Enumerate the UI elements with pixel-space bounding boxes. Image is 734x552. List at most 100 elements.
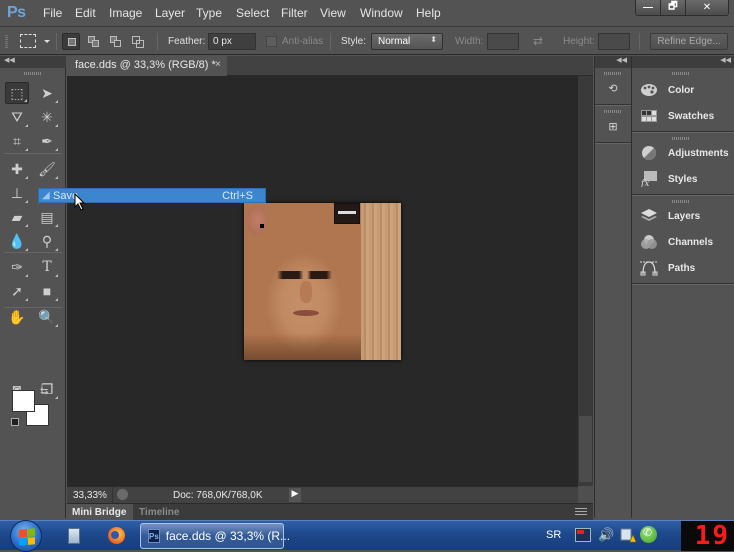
zoom-level[interactable]: 33,33% bbox=[73, 490, 107, 501]
panel-swatches[interactable]: Swatches bbox=[640, 105, 732, 127]
svg-text:fx: fx bbox=[641, 179, 649, 187]
tool-path-selection[interactable]: ➚ bbox=[5, 280, 29, 302]
scrollbar-thumb[interactable] bbox=[579, 416, 592, 482]
tool-eraser[interactable]: ▰ bbox=[5, 206, 29, 228]
menu-help[interactable]: Help bbox=[416, 6, 441, 20]
collapse-strip-button[interactable]: ◀◀ bbox=[595, 56, 631, 68]
tool-spot-healing[interactable]: ✚ bbox=[5, 158, 29, 180]
collapse-dock-button[interactable]: ◀◀ bbox=[632, 56, 734, 68]
tool-magic-wand[interactable]: ✳ bbox=[35, 106, 59, 128]
gradient-icon: ▤ bbox=[40, 208, 54, 225]
tool-pen[interactable]: ✑ bbox=[5, 256, 29, 278]
panel-group-grip[interactable] bbox=[672, 72, 690, 75]
menu-image[interactable]: Image bbox=[109, 6, 142, 20]
swap-dimensions-icon[interactable]: ⇄ bbox=[533, 34, 543, 48]
tool-rectangle-shape[interactable]: ■ bbox=[35, 280, 59, 302]
power-warning-icon[interactable] bbox=[620, 527, 636, 543]
panel-menu-icon[interactable] bbox=[575, 508, 587, 517]
swap-colors-icon[interactable]: ⇆ bbox=[40, 386, 48, 397]
separator bbox=[632, 194, 734, 196]
menu-type[interactable]: Type bbox=[196, 6, 222, 20]
volume-icon[interactable]: 🔊 bbox=[598, 527, 614, 543]
channels-icon bbox=[640, 234, 658, 250]
panel-group-grip[interactable] bbox=[672, 137, 690, 140]
new-selection-button[interactable] bbox=[62, 33, 80, 50]
tool-eyedropper[interactable]: ✒ bbox=[35, 130, 59, 152]
tool-hand[interactable]: ✋ bbox=[5, 306, 29, 328]
image-canvas[interactable] bbox=[244, 203, 401, 360]
toolbar-grip[interactable] bbox=[24, 72, 42, 75]
menu-view[interactable]: View bbox=[320, 6, 346, 20]
network-icon[interactable] bbox=[575, 528, 591, 542]
intersect-with-selection-button[interactable] bbox=[129, 33, 147, 50]
panel-paths[interactable]: Paths bbox=[640, 257, 732, 279]
height-input[interactable] bbox=[598, 33, 630, 50]
tool-blur[interactable]: 💧 bbox=[5, 230, 29, 252]
eraser-icon: ▰ bbox=[11, 208, 23, 225]
menu-file[interactable]: File bbox=[43, 6, 62, 20]
foreground-color-swatch[interactable] bbox=[12, 390, 35, 412]
status-info-icon[interactable] bbox=[116, 488, 129, 501]
calculator-taskbar-icon[interactable] bbox=[68, 528, 80, 544]
strip-grip[interactable] bbox=[604, 110, 622, 113]
crop-icon: ⌗ bbox=[13, 132, 21, 149]
document-size: Doc: 768,0K/768,0K bbox=[173, 490, 263, 501]
menu-item-save[interactable]: ◢ Save Ctrl+S bbox=[38, 188, 266, 203]
tool-zoom[interactable]: 🔍 bbox=[35, 306, 59, 328]
tool-brush[interactable]: 🖌 bbox=[35, 158, 59, 180]
tool-move[interactable]: ➤ bbox=[35, 82, 59, 104]
language-indicator[interactable]: SR bbox=[546, 529, 561, 541]
start-button[interactable] bbox=[10, 520, 42, 552]
minimize-button[interactable]: — bbox=[636, 0, 661, 15]
properties-panel-button[interactable]: ⊞ bbox=[603, 116, 623, 136]
tool-polygonal-lasso[interactable]: ⛛ bbox=[5, 106, 29, 128]
width-input[interactable] bbox=[487, 33, 519, 50]
tool-dodge[interactable]: ⚲ bbox=[35, 230, 59, 252]
tab-timeline[interactable]: Timeline bbox=[139, 507, 179, 518]
tool-clone-stamp[interactable]: ⊥ bbox=[5, 182, 29, 204]
menu-filter[interactable]: Filter bbox=[281, 6, 308, 20]
separator bbox=[157, 33, 158, 50]
tool-crop[interactable]: ⌗ bbox=[5, 130, 29, 152]
default-colors-icon[interactable] bbox=[11, 418, 19, 426]
feather-input[interactable]: 0 px bbox=[208, 33, 256, 50]
collapse-toolbar-button[interactable]: ◀◀ bbox=[0, 56, 66, 68]
tab-mini-bridge[interactable]: Mini Bridge bbox=[67, 504, 133, 521]
height-label: Height: bbox=[563, 36, 595, 47]
restore-button[interactable]: 🗗 bbox=[661, 0, 686, 15]
options-bar-grip[interactable] bbox=[5, 35, 8, 49]
close-button[interactable]: ✕ bbox=[686, 0, 728, 15]
menu-layer[interactable]: Layer bbox=[155, 6, 185, 20]
tool-type[interactable]: T bbox=[35, 256, 59, 278]
vertical-scrollbar[interactable] bbox=[578, 76, 593, 486]
tool-gradient[interactable]: ▤ bbox=[35, 206, 59, 228]
preset-dropdown-icon[interactable] bbox=[44, 40, 50, 43]
close-tab-icon[interactable]: × bbox=[215, 59, 221, 70]
phone-app-icon[interactable] bbox=[640, 526, 657, 543]
status-menu-arrow-icon[interactable]: ▶ bbox=[289, 488, 301, 502]
strip-grip[interactable] bbox=[604, 72, 622, 75]
refine-edge-button[interactable]: Refine Edge... bbox=[650, 33, 728, 50]
panel-styles[interactable]: fx Styles bbox=[640, 168, 732, 190]
menu-select[interactable]: Select bbox=[236, 6, 269, 20]
panel-channels[interactable]: Channels bbox=[640, 231, 732, 253]
nose bbox=[300, 281, 312, 303]
add-to-selection-button[interactable] bbox=[85, 33, 103, 50]
panel-layers[interactable]: Layers bbox=[640, 205, 732, 227]
history-panel-button[interactable]: ⟲ bbox=[603, 78, 623, 98]
panel-group-grip[interactable] bbox=[672, 200, 690, 203]
panel-adjustments[interactable]: Adjustments bbox=[640, 142, 732, 164]
style-select[interactable]: Normal ⬍ bbox=[371, 33, 443, 50]
firefox-taskbar-icon[interactable] bbox=[108, 527, 125, 544]
width-label: Width: bbox=[455, 36, 484, 47]
photoshop-taskbar-button[interactable]: Ps face.dds @ 33,3% (R... bbox=[140, 523, 290, 549]
panel-swatches-label: Swatches bbox=[668, 110, 715, 122]
menu-edit[interactable]: Edit bbox=[75, 6, 96, 20]
subtract-from-selection-button[interactable] bbox=[107, 33, 125, 50]
antialias-checkbox[interactable] bbox=[266, 36, 277, 47]
document-tab[interactable]: face.dds @ 33,3% (RGB/8) * × bbox=[67, 56, 227, 76]
panel-color[interactable]: Color bbox=[640, 79, 732, 101]
tool-rectangular-marquee[interactable]: ⬚ bbox=[5, 82, 29, 104]
menu-window[interactable]: Window bbox=[360, 6, 403, 20]
marquee-tool-preset-icon[interactable] bbox=[20, 34, 36, 48]
